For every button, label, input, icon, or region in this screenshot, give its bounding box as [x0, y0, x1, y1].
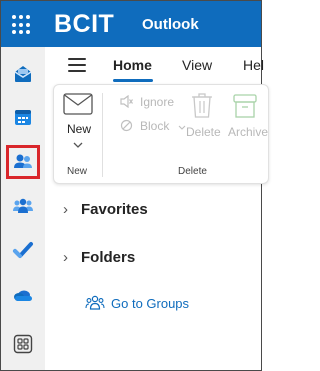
block-button[interactable]: Block	[120, 117, 190, 135]
folders-label: Folders	[81, 248, 136, 266]
apps-icon	[13, 334, 33, 354]
org-logo[interactable]: BCIT	[54, 10, 114, 39]
chevron-down-icon	[73, 142, 83, 148]
ribbon-panel: New New Ignore Block Delete Archive Dele…	[53, 84, 269, 184]
new-mail-button[interactable]: New	[58, 91, 98, 159]
folders-section[interactable]: › Folders	[63, 245, 135, 269]
app-rail	[1, 47, 45, 370]
group-label-new: New	[67, 166, 88, 177]
todo-button[interactable]	[7, 234, 39, 266]
group-label-delete: Delete	[178, 166, 207, 177]
top-bar: BCIT Outlook	[1, 1, 261, 47]
archive-icon	[233, 94, 257, 118]
app-launcher-icon[interactable]	[12, 15, 32, 35]
onedrive-button[interactable]	[7, 279, 39, 311]
tab-help[interactable]: Hel	[243, 57, 264, 73]
tab-home[interactable]: Home	[113, 57, 152, 73]
calendar-button[interactable]	[7, 101, 39, 133]
archive-button[interactable]: Archive	[226, 91, 270, 151]
archive-label: Archive	[228, 125, 269, 139]
go-to-groups-link[interactable]: Go to Groups	[85, 295, 189, 311]
chevron-right-icon: ›	[63, 248, 68, 266]
app-title[interactable]: Outlook	[142, 16, 199, 33]
favorites-section[interactable]: › Favorites	[63, 197, 148, 221]
groups-icon	[13, 198, 33, 213]
people-button[interactable]	[6, 145, 40, 179]
trash-icon	[192, 93, 212, 118]
main-pane: Home View Hel New New Ignore Block Delet…	[45, 47, 269, 370]
ribbon-divider	[102, 93, 103, 177]
groups-button[interactable]	[7, 190, 39, 222]
tab-view[interactable]: View	[182, 57, 212, 73]
favorites-label: Favorites	[81, 200, 148, 218]
ignore-label: Ignore	[140, 95, 175, 109]
delete-label: Delete	[186, 125, 221, 139]
people-icon	[14, 154, 32, 168]
ribbon-tabs: Home View Hel	[45, 47, 264, 83]
chevron-right-icon: ›	[63, 200, 68, 218]
block-label: Block	[140, 119, 170, 133]
ignore-icon	[120, 95, 133, 108]
calendar-icon	[15, 110, 31, 125]
mail-icon	[14, 66, 32, 82]
menu-icon[interactable]	[68, 58, 86, 72]
mail-button[interactable]	[7, 58, 39, 90]
onedrive-icon	[14, 290, 32, 301]
more-apps-button[interactable]	[7, 328, 39, 360]
groups-outline-icon	[85, 295, 105, 310]
todo-icon	[13, 242, 33, 258]
envelope-icon	[63, 93, 93, 115]
delete-button[interactable]: Delete	[182, 91, 222, 151]
ignore-button[interactable]: Ignore	[120, 93, 184, 111]
active-tab-indicator	[113, 79, 153, 82]
new-button-label: New	[67, 122, 92, 136]
block-icon	[120, 119, 133, 132]
go-to-groups-label: Go to Groups	[111, 295, 190, 311]
